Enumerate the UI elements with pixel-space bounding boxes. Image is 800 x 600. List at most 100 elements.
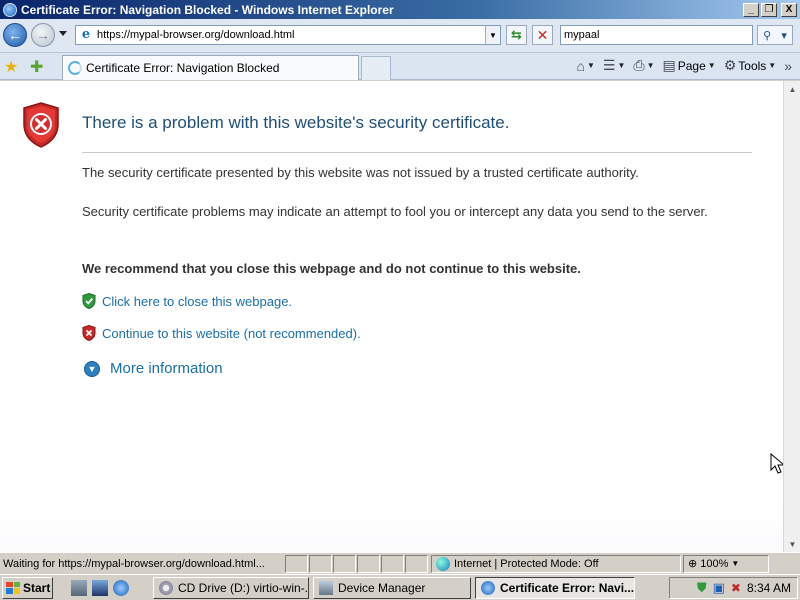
status-text: Waiting for https://mypal-browser.org/do… [3,557,265,570]
home-icon: ⌂ [576,57,585,74]
zone-label: Internet | Protected Mode: Off [454,557,599,570]
back-button[interactable]: ← [3,23,27,47]
search-options-chevron-icon[interactable]: ▾ [781,29,787,42]
address-dropdown-button[interactable]: ▼ [485,26,500,44]
taskbar-button-certificate-error[interactable]: Certificate Error: Navi... [475,576,635,599]
back-arrow-icon: ← [8,27,22,43]
print-dropdown-icon: ▼ [646,61,655,70]
internet-globe-icon [436,556,450,571]
close-button[interactable]: X [781,2,797,17]
status-panel [357,554,380,573]
close-webpage-link[interactable]: Click here to close this webpage. [102,294,292,309]
start-label: Start [23,580,51,595]
zoom-dropdown-icon: ▼ [731,559,740,568]
gear-icon: ⚙ [723,57,737,73]
print-button[interactable]: ⎙ ▼ [631,57,656,74]
scroll-up-icon[interactable]: ▲ [786,82,799,96]
feeds-button[interactable]: ☰ ▼ [601,57,627,74]
address-bar[interactable]: e https://mypal-browser.org/download.htm… [75,25,501,45]
error-shield-icon [23,102,59,148]
recent-pages-dropdown[interactable] [59,31,67,36]
start-button[interactable]: Start [2,576,53,599]
scroll-down-icon[interactable]: ▼ [786,537,799,551]
more-information-link[interactable]: More information [110,360,223,377]
taskbar-button-label: Certificate Error: Navi... [500,580,635,595]
status-panel [333,554,356,573]
minimize-button[interactable]: _ [743,2,759,17]
window-title-bar[interactable]: Certificate Error: Navigation Blocked - … [0,0,800,19]
page-title: There is a problem with this website's s… [82,113,510,132]
tools-menu-label: Tools [738,58,767,73]
toolbar-overflow-button[interactable]: » [782,58,794,74]
system-tray: ⛊ ▣ ✖ 8:34 AM [669,577,798,599]
status-bar: Waiting for https://mypal-browser.org/do… [0,552,800,574]
red-shield-icon [82,325,96,341]
tab-bar: ★ ✚ Certificate Error: Navigation Blocke… [0,53,800,80]
status-panel [405,554,428,573]
loading-spinner-icon [68,61,82,75]
close-webpage-row: Click here to close this webpage. [82,293,292,309]
page-menu-label: Page [677,58,706,73]
status-panel [381,554,404,573]
command-bar: ⌂ ▼ ☰ ▼ ⎙ ▼ ▤ Page ▼ ⚙ Tools ▼ » [575,57,794,74]
security-zone-indicator[interactable]: Internet | Protected Mode: Off [431,554,681,573]
stop-button[interactable]: ✕ [532,25,553,45]
page-dropdown-icon: ▼ [707,61,716,70]
security-shield-tray-icon[interactable]: ⛊ [697,580,707,596]
page-menu-button[interactable]: ▤ Page ▼ [661,57,718,74]
tab-certificate-error[interactable]: Certificate Error: Navigation Blocked [62,55,359,80]
favorites-star-icon[interactable]: ★ [4,57,18,77]
refresh-button[interactable]: ⇆ [506,25,527,45]
network-tray-icon[interactable]: ▣ [713,580,725,596]
device-manager-icon [319,580,333,595]
window-controls: _ ❐ X [743,2,797,17]
taskbar-button-label: CD Drive (D:) virtio-win-... [178,580,309,595]
add-favorites-icon[interactable]: ✚ [30,57,43,77]
home-dropdown-icon: ▼ [586,61,595,70]
heading-divider [82,152,752,153]
search-input[interactable]: mypaal [560,25,753,45]
navigation-bar: ← → e https://mypal-browser.org/download… [0,19,800,53]
rss-feed-icon: ☰ [602,57,616,73]
new-tab-button[interactable] [361,56,391,80]
volume-muted-tray-icon[interactable]: ✖ [731,581,741,595]
internet-explorer-quicklaunch-icon[interactable] [113,579,129,596]
security-warning-text: Security certificate problems may indica… [82,204,708,219]
continue-to-website-link[interactable]: Continue to this website (not recommende… [102,326,361,341]
server-manager-icon[interactable] [71,579,87,596]
continue-website-row: Continue to this website (not recommende… [82,325,361,341]
search-button[interactable]: ⚲ ▾ [757,25,793,45]
zoom-control[interactable]: ⊕ 100% ▼ [683,554,769,573]
feeds-dropdown-icon: ▼ [617,61,626,70]
clock[interactable]: 8:34 AM [747,581,791,595]
vertical-scrollbar[interactable]: ▲ ▼ [783,81,800,552]
home-button[interactable]: ⌂ ▼ [575,58,597,74]
page-content: There is a problem with this website's s… [0,81,786,552]
forward-button[interactable]: → [31,23,55,47]
taskbar-button-device-manager[interactable]: Device Manager [313,576,471,599]
certificate-issue-text: The security certificate presented by th… [82,165,639,180]
tools-dropdown-icon: ▼ [768,61,777,70]
expand-chevron-icon: ▼ [84,360,100,377]
forward-arrow-icon: → [36,27,50,43]
more-information-toggle[interactable]: ▼ More information [84,360,223,377]
status-panel [309,554,332,573]
tools-menu-button[interactable]: ⚙ Tools ▼ [722,57,779,74]
taskbar-button-cd-drive[interactable]: CD Drive (D:) virtio-win-... [153,576,309,599]
address-url[interactable]: https://mypal-browser.org/download.html [97,29,485,41]
zoom-magnifier-icon: ⊕ [688,558,698,570]
zoom-level: 100% [700,557,729,570]
taskbar-button-label: Device Manager [338,580,426,595]
tab-label: Certificate Error: Navigation Blocked [86,61,280,75]
refresh-icon: ⇆ [511,27,522,42]
printer-icon: ⎙ [633,57,645,73]
windows-taskbar: Start CD Drive (D:) virtio-win-... Devic… [0,574,800,600]
status-panel [285,554,308,573]
chevron-right-icon: » [784,57,792,74]
cd-drive-icon [159,580,173,595]
recommendation-text: We recommend that you close this webpage… [82,261,581,276]
show-desktop-icon[interactable] [92,579,108,596]
windows-logo-icon [6,581,20,594]
page-icon: ▤ [662,57,676,73]
restore-button[interactable]: ❐ [761,2,777,17]
